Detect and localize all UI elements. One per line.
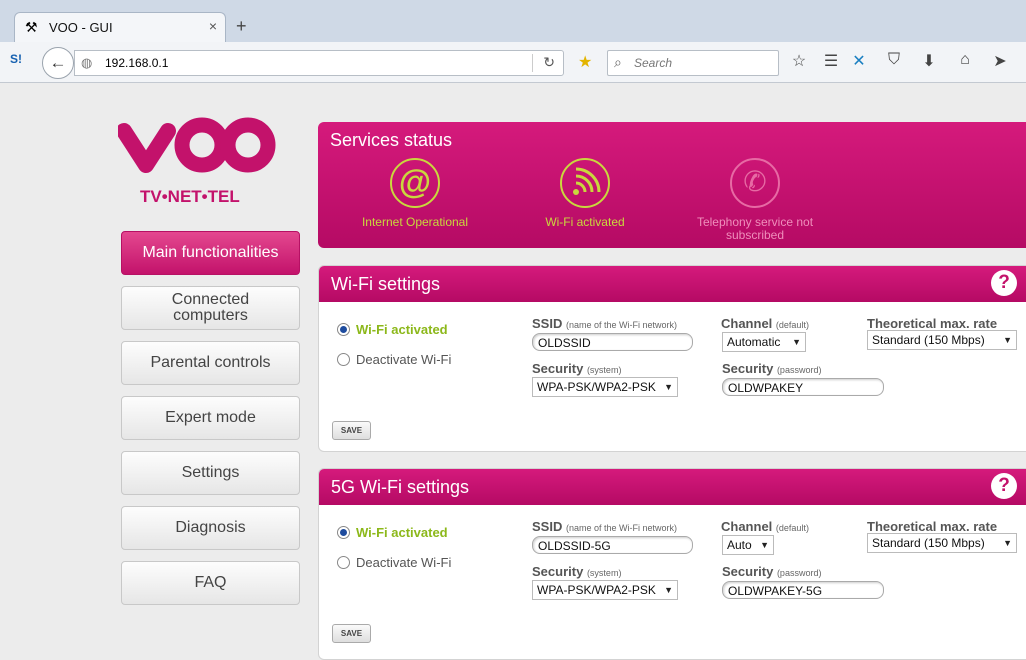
security-5g-label: Security (system) bbox=[532, 564, 622, 579]
browser-tab[interactable]: ⚒ VOO - GUI × bbox=[14, 12, 226, 43]
channel-5g-select[interactable]: Auto ▼ bbox=[722, 535, 774, 555]
wifi5g-settings-header: 5G Wi-Fi settings ? bbox=[319, 469, 1026, 505]
sidebar-item-parental-controls[interactable]: Parental controls bbox=[121, 341, 300, 385]
wifi-icon bbox=[560, 158, 610, 208]
password-input[interactable]: OLDWPAKEY bbox=[722, 378, 884, 396]
deactivate-wifi-radio[interactable] bbox=[337, 353, 350, 366]
password-5g-input[interactable]: OLDWPAKEY-5G bbox=[722, 581, 884, 599]
sidebar-item-main-functionalities[interactable]: Main functionalities bbox=[121, 231, 300, 275]
wifi-settings-panel: Wi-Fi settings ? Wi-Fi activated Deactiv… bbox=[318, 265, 1026, 452]
tools-icon: ⚒ bbox=[25, 19, 38, 35]
telephony-status-label: Telephony service not subscribed bbox=[696, 215, 814, 242]
sidebar-item-settings[interactable]: Settings bbox=[121, 451, 300, 495]
phone-icon: ✆ bbox=[730, 158, 780, 208]
bookmark-star-icon[interactable]: ★ bbox=[578, 52, 592, 72]
browser-nav-bar: S! ← ◍ 192.168.0.1 ↻ ★ ⌕ Search ☆ ☰ ✕ ⛉ … bbox=[0, 42, 1026, 83]
telephony-status: ✆ Telephony service not subscribed bbox=[680, 158, 830, 242]
deactivate-wifi5g-radio[interactable] bbox=[337, 556, 350, 569]
wifi5g-activated-label[interactable]: Wi-Fi activated bbox=[356, 525, 448, 540]
logo-tagline: TV•NET•TEL bbox=[140, 187, 240, 206]
url-separator bbox=[532, 54, 533, 72]
password-5g-label: Security (password) bbox=[722, 564, 822, 579]
chevron-down-icon: ▼ bbox=[664, 585, 673, 595]
services-status-panel: Services status @ Internet Operational W… bbox=[318, 122, 1026, 248]
channel-5g-label: Channel (default) bbox=[721, 519, 809, 534]
new-tab-button[interactable]: + bbox=[236, 16, 247, 37]
close-tab-icon[interactable]: × bbox=[209, 18, 217, 34]
back-button[interactable]: ← bbox=[42, 47, 74, 79]
wifi-status-label: Wi-Fi activated bbox=[545, 215, 625, 229]
url-bar[interactable]: ◍ 192.168.0.1 ↻ bbox=[74, 50, 564, 76]
at-icon: @ bbox=[390, 158, 440, 208]
rate-5g-label: Theoretical max. rate bbox=[867, 519, 998, 534]
reading-list-icon[interactable]: ☰ bbox=[821, 51, 841, 71]
chevron-down-icon: ▼ bbox=[664, 382, 673, 392]
chevron-down-icon: ▼ bbox=[1003, 335, 1012, 345]
tab-title: VOO - GUI bbox=[49, 20, 113, 35]
save-button[interactable]: SAVE bbox=[332, 421, 371, 440]
internet-status: @ Internet Operational bbox=[340, 158, 490, 229]
wifi-activated-radio[interactable] bbox=[337, 323, 350, 336]
ssid-5g-input[interactable]: OLDSSID-5G bbox=[532, 536, 693, 554]
security-5g-select[interactable]: WPA-PSK/WPA2-PSK ▼ bbox=[532, 580, 678, 600]
pocket-icon[interactable]: ⛉ bbox=[884, 51, 904, 69]
help-icon[interactable]: ? bbox=[991, 270, 1017, 296]
sidebar-item-connected-computers[interactable]: Connected computers bbox=[121, 286, 300, 330]
wifi-settings-header: Wi-Fi settings ? bbox=[319, 266, 1026, 302]
extension-icon[interactable]: ✕ bbox=[849, 51, 869, 71]
security-label: Security (system) bbox=[532, 361, 622, 376]
star-outline-icon[interactable]: ☆ bbox=[789, 51, 809, 71]
ssid-label: SSID (name of the Wi-Fi network) bbox=[532, 316, 677, 331]
sidebar-item-expert-mode[interactable]: Expert mode bbox=[121, 396, 300, 440]
password-label: Security (password) bbox=[722, 361, 822, 376]
download-icon[interactable]: ⬇ bbox=[919, 51, 939, 71]
search-placeholder: Search bbox=[634, 56, 673, 70]
voo-logo: TV•NET•TEL bbox=[116, 113, 278, 208]
channel-label: Channel (default) bbox=[721, 316, 809, 331]
url-text: 192.168.0.1 bbox=[105, 56, 169, 70]
ssid-input[interactable]: OLDSSID bbox=[532, 333, 693, 351]
save-5g-button[interactable]: SAVE bbox=[332, 624, 371, 643]
sidebar-item-diagnosis[interactable]: Diagnosis bbox=[121, 506, 300, 550]
rate-select[interactable]: Standard (150 Mbps) ▼ bbox=[867, 330, 1017, 350]
browser-tab-bar: ⚒ VOO - GUI × + bbox=[0, 0, 1026, 43]
wifi5g-settings-title: 5G Wi-Fi settings bbox=[331, 477, 470, 497]
ssid-5g-label: SSID (name of the Wi-Fi network) bbox=[532, 519, 677, 534]
chevron-down-icon: ▼ bbox=[1003, 538, 1012, 548]
rate-label: Theoretical max. rate bbox=[867, 316, 998, 331]
si-icon[interactable]: S! bbox=[10, 52, 22, 66]
back-arrow-icon: ← bbox=[49, 53, 67, 72]
security-select[interactable]: WPA-PSK/WPA2-PSK ▼ bbox=[532, 377, 678, 397]
wifi-settings-title: Wi-Fi settings bbox=[331, 274, 441, 294]
channel-select[interactable]: Automatic ▼ bbox=[722, 332, 806, 352]
send-icon[interactable]: ➤ bbox=[990, 51, 1010, 71]
wifi5g-activated-radio[interactable] bbox=[337, 526, 350, 539]
reload-icon[interactable]: ↻ bbox=[543, 54, 555, 71]
wifi-activated-label[interactable]: Wi-Fi activated bbox=[356, 322, 448, 337]
search-input[interactable]: ⌕ Search bbox=[607, 50, 779, 76]
chevron-down-icon: ▼ bbox=[760, 540, 769, 550]
home-icon[interactable]: ⌂ bbox=[955, 51, 975, 69]
wifi5g-settings-panel: 5G Wi-Fi settings ? Wi-Fi activated Deac… bbox=[318, 468, 1026, 660]
rate-5g-select[interactable]: Standard (150 Mbps) ▼ bbox=[867, 533, 1017, 553]
help-icon[interactable]: ? bbox=[991, 473, 1017, 499]
chevron-down-icon: ▼ bbox=[792, 337, 801, 347]
wifi-status: Wi-Fi activated bbox=[510, 158, 660, 229]
services-status-title: Services status bbox=[330, 130, 453, 150]
internet-status-label: Internet Operational bbox=[361, 215, 469, 229]
globe-icon: ◍ bbox=[81, 55, 93, 70]
search-icon: ⌕ bbox=[614, 54, 622, 70]
sidebar-item-faq[interactable]: FAQ bbox=[121, 561, 300, 605]
deactivate-wifi-label[interactable]: Deactivate Wi-Fi bbox=[356, 352, 451, 367]
deactivate-wifi5g-label[interactable]: Deactivate Wi-Fi bbox=[356, 555, 451, 570]
